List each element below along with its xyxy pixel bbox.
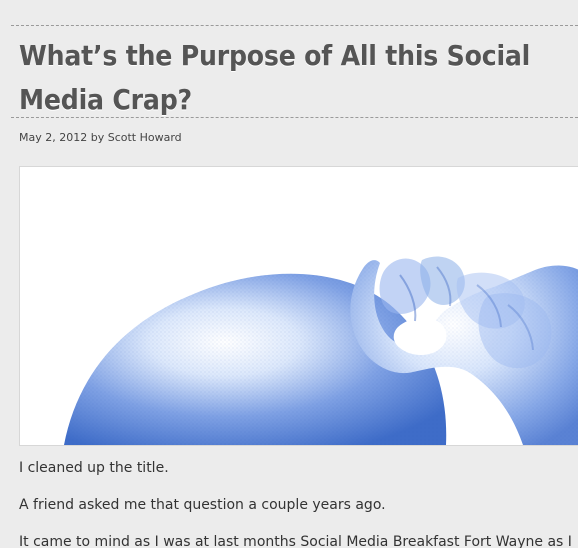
blog-post-page: What’s the Purpose of All this Social Me… bbox=[0, 0, 578, 548]
top-divider bbox=[11, 25, 578, 26]
byline-prefix: by bbox=[90, 131, 105, 144]
post-date: May 2, 2012 bbox=[19, 131, 88, 144]
title-divider bbox=[11, 117, 578, 118]
post-paragraph: I cleaned up the title. bbox=[19, 460, 169, 476]
author-link[interactable]: Scott Howard bbox=[108, 131, 182, 144]
post-paragraph: A friend asked me that question a couple… bbox=[19, 497, 386, 513]
post-meta: May 2, 2012 by Scott Howard bbox=[19, 131, 182, 144]
post-title[interactable]: What’s the Purpose of All this Social Me… bbox=[19, 34, 564, 122]
scratching-head-illustration bbox=[20, 167, 578, 445]
post-image[interactable] bbox=[19, 166, 578, 446]
post-paragraph: It came to mind as I was at last months … bbox=[19, 534, 572, 548]
